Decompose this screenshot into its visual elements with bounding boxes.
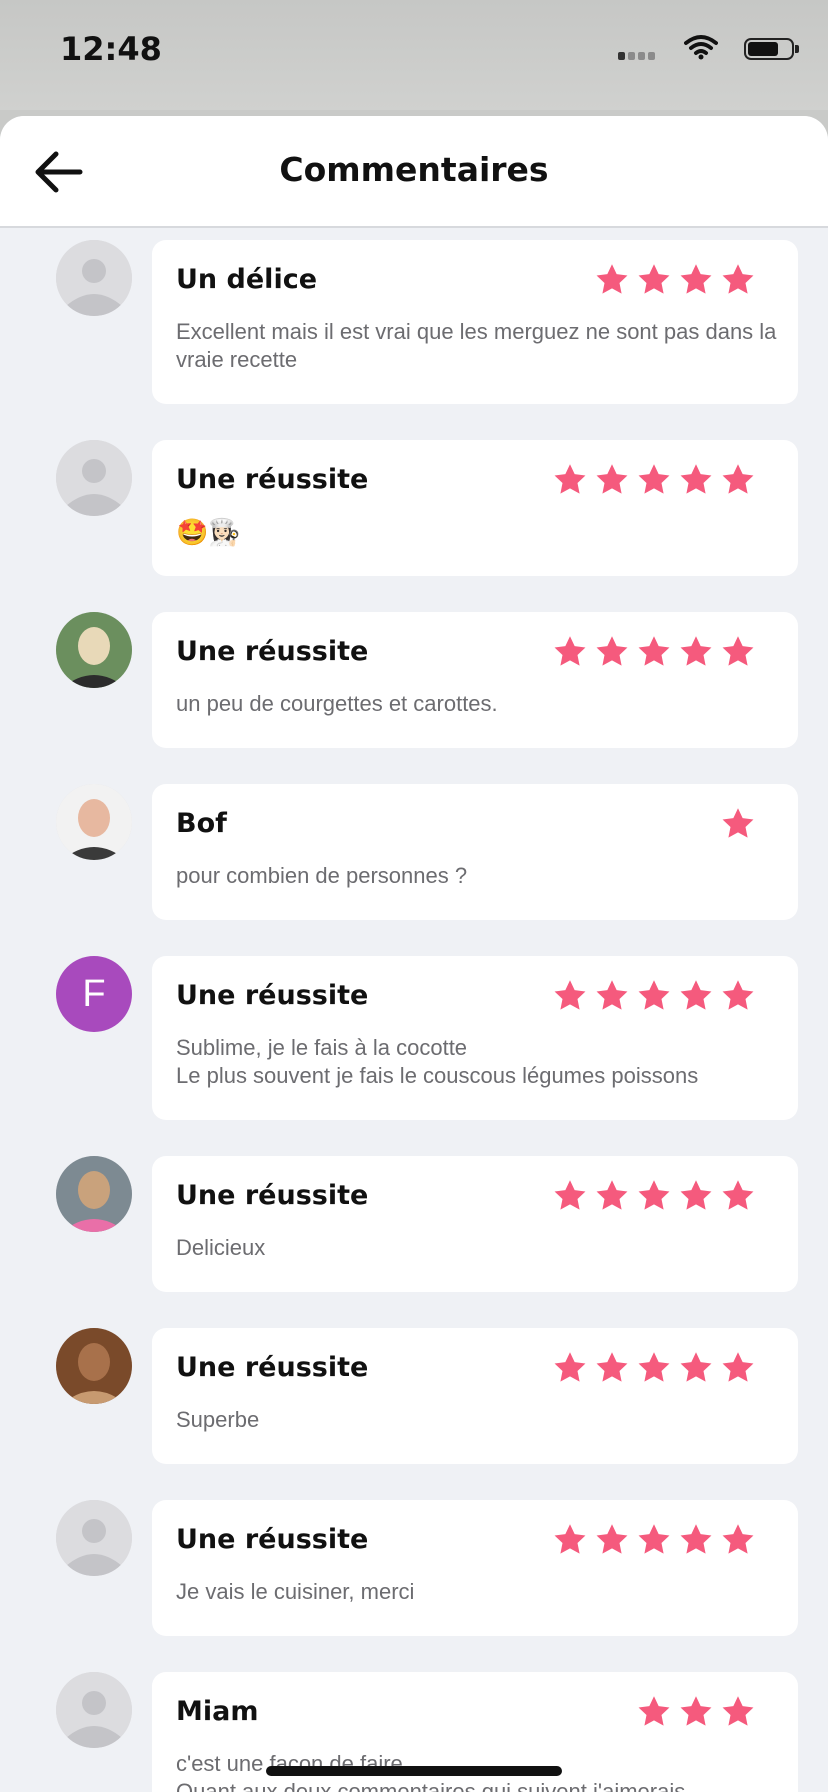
comment-card[interactable]: Une réussite Delicieux xyxy=(152,1156,798,1292)
comment-title: Une réussite xyxy=(176,1524,369,1555)
star-rating xyxy=(546,978,756,1014)
comments-sheet: Commentaires Un délice Excellent mais il … xyxy=(0,116,828,1792)
user-photo-avatar[interactable] xyxy=(56,1156,132,1232)
comment-item: Un délice Excellent mais il est vrai que … xyxy=(0,240,828,404)
home-indicator[interactable] xyxy=(266,1766,562,1776)
comment-title: Une réussite xyxy=(176,1180,369,1211)
star-rating xyxy=(588,262,756,298)
cellular-signal-icon xyxy=(618,48,658,60)
star-icon xyxy=(594,462,630,498)
star-icon xyxy=(720,1350,756,1386)
user-photo-avatar[interactable] xyxy=(56,784,132,860)
comment-text: Sublime, je le fais à la cocotte Le plus… xyxy=(176,1035,699,1088)
star-icon xyxy=(636,1178,672,1214)
star-rating xyxy=(546,1350,756,1386)
star-icon xyxy=(678,462,714,498)
comment-title: Une réussite xyxy=(176,980,369,1011)
star-icon xyxy=(678,1522,714,1558)
star-icon xyxy=(636,1522,672,1558)
status-time: 12:48 xyxy=(60,30,162,68)
star-icon xyxy=(720,634,756,670)
comment-item: Une réussite un peu de courgettes et caro… xyxy=(0,612,828,748)
default-avatar-icon[interactable] xyxy=(56,240,132,316)
star-icon xyxy=(594,1522,630,1558)
star-icon xyxy=(552,1350,588,1386)
comment-text: 🤩👩🏻‍🍳 xyxy=(176,517,241,547)
avatar-letter[interactable]: F xyxy=(56,956,132,1032)
comment-item: Bof pour combien de personnes ? xyxy=(0,784,828,920)
comment-item: F Une réussite Sublime, je le fais à la co… xyxy=(0,956,828,1120)
star-icon xyxy=(636,462,672,498)
star-icon xyxy=(594,262,630,298)
comment-item: Une réussite Superbe xyxy=(0,1328,828,1464)
comment-title: Une réussite xyxy=(176,464,369,495)
star-icon xyxy=(636,262,672,298)
star-icon xyxy=(720,1522,756,1558)
comment-item: Une réussite Je vais le cuisiner, merci xyxy=(0,1500,828,1636)
star-rating xyxy=(714,806,756,842)
header: Commentaires xyxy=(0,116,828,228)
star-icon xyxy=(636,1350,672,1386)
star-rating xyxy=(546,1522,756,1558)
comment-item: Une réussite Delicieux xyxy=(0,1156,828,1292)
comment-card[interactable]: Une réussite Je vais le cuisiner, merci xyxy=(152,1500,798,1636)
default-avatar-icon[interactable] xyxy=(56,1500,132,1576)
star-icon xyxy=(720,1694,756,1730)
star-icon xyxy=(594,978,630,1014)
star-icon xyxy=(636,634,672,670)
comment-text: Delicieux xyxy=(176,1235,266,1260)
user-photo-avatar[interactable] xyxy=(56,612,132,688)
status-bar: 12:48 xyxy=(0,0,828,110)
star-icon xyxy=(552,1178,588,1214)
star-icon xyxy=(552,634,588,670)
comment-text: pour combien de personnes ? xyxy=(176,863,468,888)
star-icon xyxy=(678,634,714,670)
star-icon xyxy=(720,262,756,298)
star-rating xyxy=(546,1178,756,1214)
star-icon xyxy=(678,262,714,298)
page-title: Commentaires xyxy=(279,150,549,189)
comment-card[interactable]: Une réussite Sublime, je le fais à la coc… xyxy=(152,956,798,1120)
default-avatar-icon[interactable] xyxy=(56,1672,132,1748)
star-icon xyxy=(552,1522,588,1558)
comment-card[interactable]: Une réussite Superbe xyxy=(152,1328,798,1464)
comment-title: Une réussite xyxy=(176,1352,369,1383)
star-icon xyxy=(552,978,588,1014)
comment-title: Miam xyxy=(176,1696,259,1727)
star-icon xyxy=(720,978,756,1014)
star-icon xyxy=(636,1694,672,1730)
star-icon xyxy=(636,978,672,1014)
comment-title: Bof xyxy=(176,808,227,839)
comment-text: un peu de courgettes et carottes. xyxy=(176,691,498,716)
comment-title: Une réussite xyxy=(176,636,369,667)
comment-card[interactable]: Un délice Excellent mais il est vrai que … xyxy=(152,240,798,404)
star-icon xyxy=(720,462,756,498)
star-rating xyxy=(630,1694,756,1730)
wifi-icon xyxy=(684,35,718,60)
star-icon xyxy=(720,1178,756,1214)
comment-title: Un délice xyxy=(176,264,318,295)
comment-text: Superbe xyxy=(176,1407,260,1432)
star-icon xyxy=(594,1350,630,1386)
comment-card[interactable]: Bof pour combien de personnes ? xyxy=(152,784,798,920)
star-icon xyxy=(678,1178,714,1214)
battery-icon xyxy=(744,38,799,60)
comment-text: Je vais le cuisiner, merci xyxy=(176,1579,415,1604)
star-icon xyxy=(594,1178,630,1214)
star-icon xyxy=(552,462,588,498)
comment-item: Une réussite 🤩👩🏻‍🍳 xyxy=(0,440,828,576)
user-photo-avatar[interactable] xyxy=(56,1328,132,1404)
star-rating xyxy=(546,462,756,498)
star-rating xyxy=(546,634,756,670)
star-icon xyxy=(678,1350,714,1386)
star-icon xyxy=(720,806,756,842)
star-icon xyxy=(594,634,630,670)
comment-card[interactable]: Une réussite 🤩👩🏻‍🍳 xyxy=(152,440,798,576)
star-icon xyxy=(678,978,714,1014)
comment-text: Excellent mais il est vrai que les mergu… xyxy=(176,319,777,372)
default-avatar-icon[interactable] xyxy=(56,440,132,516)
comment-card[interactable]: Une réussite un peu de courgettes et caro… xyxy=(152,612,798,748)
star-icon xyxy=(678,1694,714,1730)
